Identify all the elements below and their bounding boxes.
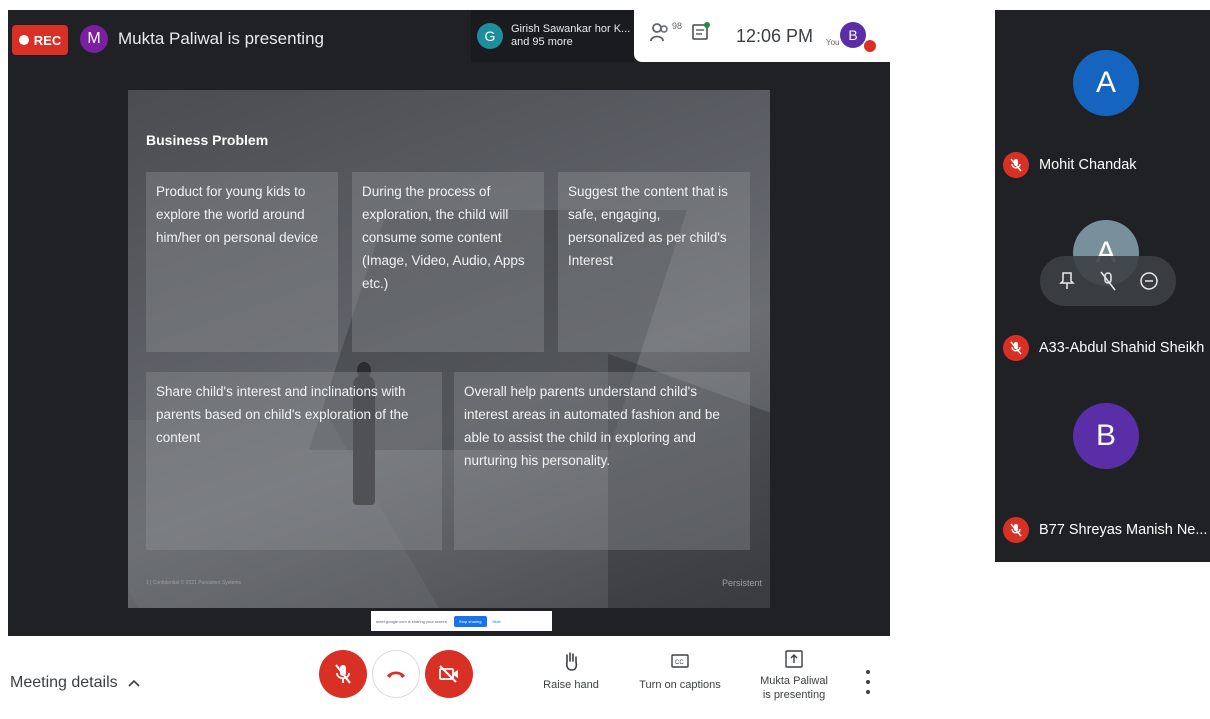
presentation-button[interactable]: Mukta Paliwal is presenting <box>760 650 828 702</box>
microphone-toggle-button[interactable] <box>319 650 367 698</box>
captions-icon: CC <box>671 654 689 668</box>
participant-name: A33-Abdul Shahid Sheikh <box>1039 340 1205 356</box>
you-label: You <box>826 38 840 47</box>
speaker-avatar: G <box>477 23 503 49</box>
slide-footer: 1 | Confidential © 2021 Persistent Syste… <box>146 580 242 586</box>
record-dot-icon <box>18 35 29 45</box>
dot-icon <box>866 680 870 684</box>
meeting-details-button[interactable]: Meeting details <box>10 674 140 692</box>
pin-icon <box>1058 272 1075 289</box>
sharing-banner: meet.google.com is sharing your screen. … <box>371 611 552 631</box>
speaker-more: and 95 more <box>511 36 573 48</box>
slide-logo: Persistent <box>721 578 762 588</box>
raise-hand-button[interactable]: Raise hand <box>543 650 599 692</box>
camera-off-icon <box>439 665 458 683</box>
chat-button[interactable] <box>690 21 736 51</box>
chat-icon <box>692 22 710 40</box>
present-screen-icon <box>785 650 803 668</box>
participant-name-row: B77 Shreyas Manish Ne... <box>1003 517 1207 543</box>
presenting-line1: Mukta Paliwal <box>760 675 828 687</box>
self-avatar: B <box>840 22 866 48</box>
chevron-up-icon <box>128 679 140 687</box>
mic-off-icon <box>335 664 351 684</box>
mute-participant-button[interactable] <box>1091 264 1125 298</box>
participant-count: 98 <box>672 21 683 31</box>
leave-call-button[interactable] <box>372 650 420 698</box>
mic-off-icon <box>1003 335 1029 361</box>
presenting-text: Mukta Paliwal is presenting <box>118 29 324 48</box>
remove-participant-button[interactable] <box>1132 264 1166 298</box>
dot-icon <box>866 690 870 694</box>
captions-label: Turn on captions <box>639 679 721 691</box>
participant-name: B77 Shreyas Manish Ne... <box>1039 522 1208 538</box>
participant-tiles: A Mohit Chandak A A33-Abdul Shahid Sheik… <box>995 10 1210 562</box>
mic-off-indicator-icon <box>864 40 876 52</box>
recording-badge: REC <box>12 25 68 55</box>
hang-up-icon <box>387 671 405 678</box>
meeting-details-label: Meeting details <box>10 674 118 691</box>
self-view[interactable]: You B <box>826 16 886 56</box>
bottom-toolbar: Meeting details Raise hand CC Turn on ca… <box>0 640 890 719</box>
problem-box: Product for young kids to explore the wo… <box>146 172 338 352</box>
slide-title: Business Problem <box>146 132 269 148</box>
raise-hand-label: Raise hand <box>543 679 599 691</box>
dot-icon <box>866 670 870 674</box>
mic-off-icon <box>1003 517 1029 543</box>
sharing-message: meet.google.com is sharing your screen. <box>376 618 449 624</box>
meet-window: REC M Mukta Paliwal is presenting G Giri… <box>0 0 1210 719</box>
participant-name: Mohit Chandak <box>1039 157 1137 173</box>
participant-avatar: A <box>1073 50 1139 116</box>
shared-slide: Business Problem Product for young kids … <box>128 90 770 608</box>
clock: 12:06 PM <box>736 25 814 46</box>
speaker-names: Girish Sawankar hor K... <box>511 23 631 35</box>
problem-box: Overall help parents understand child's … <box>454 372 750 550</box>
hand-icon <box>565 652 578 671</box>
captions-button[interactable]: CC Turn on captions <box>638 650 722 692</box>
more-options-button[interactable] <box>858 670 878 694</box>
people-icon <box>650 23 668 42</box>
recording-label: REC <box>33 32 62 48</box>
pin-button[interactable] <box>1050 264 1084 298</box>
camera-toggle-button[interactable] <box>425 650 473 698</box>
problem-box: During the process of exploration, the c… <box>352 172 544 352</box>
mic-off-icon <box>1100 271 1116 291</box>
participant-avatar: B <box>1073 403 1139 469</box>
participant-name-row: Mohit Chandak <box>1003 152 1137 178</box>
presenter-avatar: M <box>80 25 108 53</box>
active-speakers-chip[interactable]: G Girish Sawankar hor K... and 95 more <box>471 10 634 62</box>
stop-sharing-button[interactable]: Stop sharing <box>454 615 487 627</box>
top-right-panel: 98 12:06 PM You B <box>634 10 890 62</box>
problem-box: Suggest the content that is safe, engagi… <box>558 172 750 352</box>
presenting-line2: is presenting <box>762 689 826 701</box>
tile-hover-controls <box>1040 256 1176 306</box>
mic-off-icon <box>1003 152 1029 178</box>
svg-text:CC: CC <box>675 660 684 666</box>
meeting-stage: REC M Mukta Paliwal is presenting G Giri… <box>8 10 890 636</box>
participants-button[interactable]: 98 <box>650 21 690 51</box>
hide-button[interactable]: Hide <box>493 619 501 624</box>
remove-circle-icon <box>1140 272 1159 290</box>
participant-name-row: A33-Abdul Shahid Sheikh <box>1003 335 1204 361</box>
problem-box: Share child's interest and inclinations … <box>146 372 442 550</box>
